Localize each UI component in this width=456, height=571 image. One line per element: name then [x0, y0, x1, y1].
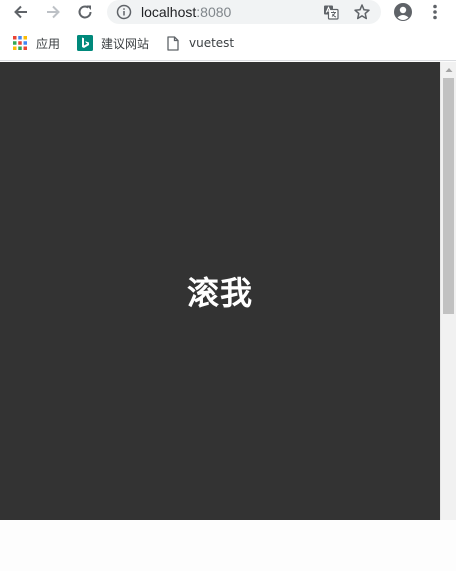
forward-arrow-icon [47, 5, 60, 19]
hero-heading: 滚我 [186, 274, 253, 312]
bookmarks-bar: 应用 建议网站 vuetest [0, 25, 456, 61]
back-button[interactable] [10, 1, 32, 23]
scroll-up-button[interactable] [441, 62, 456, 77]
reload-icon [78, 5, 92, 19]
page-viewport[interactable]: 滚我 [0, 62, 456, 571]
bing-icon [77, 35, 93, 51]
apps-grid-icon [13, 36, 27, 50]
back-arrow-icon [14, 5, 27, 19]
url-text[interactable]: localhost:8080 [141, 3, 231, 21]
page-icon [167, 35, 179, 51]
hero-section: 滚我 [0, 62, 440, 520]
account-icon[interactable] [393, 2, 413, 22]
browser-toolbar: localhost:8080 [0, 0, 456, 25]
info-icon[interactable] [116, 4, 132, 20]
forward-button[interactable] [42, 1, 64, 23]
url-port: :8080 [196, 4, 232, 20]
browser-window: localhost:8080 应用 建议网站 vuetest 滚我 [0, 0, 456, 571]
bookmark-star-icon[interactable] [353, 3, 371, 21]
translate-icon[interactable] [323, 4, 339, 20]
scroll-thumb[interactable] [443, 78, 454, 314]
url-host: localhost [141, 4, 197, 20]
bookmark-label: 建议网站 [101, 36, 150, 51]
bookmark-label: vuetest [189, 36, 235, 50]
menu-icon[interactable] [426, 3, 444, 21]
bookmark-apps[interactable]: 应用 [13, 34, 60, 52]
bookmark-label: 应用 [36, 36, 61, 51]
reload-button[interactable] [74, 1, 96, 23]
address-bar[interactable]: localhost:8080 [107, 0, 381, 24]
bookmark-vuetest[interactable]: vuetest [167, 34, 234, 52]
bookmark-suggested-sites[interactable]: 建议网站 [77, 34, 149, 52]
scroll-up-arrow-icon [445, 67, 452, 72]
vertical-scrollbar[interactable] [440, 62, 456, 520]
